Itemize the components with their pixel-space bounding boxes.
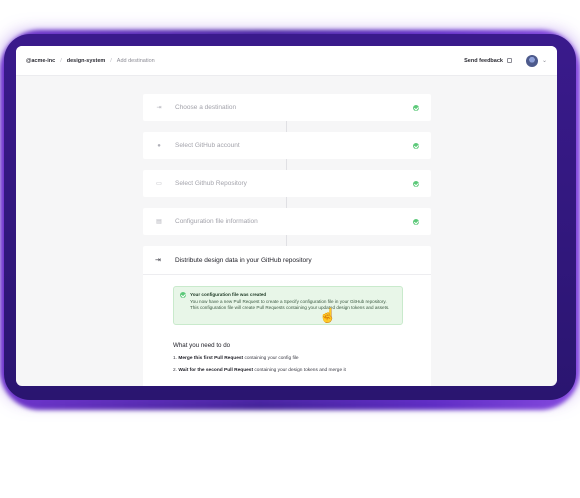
- breadcrumb-org[interactable]: @acme-inc: [26, 58, 55, 64]
- step-distribute-design-data: ⇥ Distribute design data in your GitHub …: [143, 246, 431, 386]
- arrow-out-icon: ⇥: [156, 105, 162, 111]
- breadcrumb-current-page: Add destination: [116, 57, 155, 64]
- external-link-icon: [506, 58, 512, 63]
- breadcrumb-project[interactable]: design-system: [67, 58, 106, 64]
- app-window: @acme-inc / design-system / Add destinat…: [16, 46, 557, 386]
- step-select-github-account[interactable]: ● Select GitHub account: [143, 132, 431, 170]
- todo-title: What you need to do: [173, 342, 231, 349]
- breadcrumb-separator: /: [60, 57, 62, 64]
- folder-icon: ▭: [156, 181, 162, 187]
- github-icon: ●: [157, 142, 161, 149]
- distribute-icon: ⇥: [155, 257, 161, 264]
- step-label: Choose a destination: [175, 104, 237, 111]
- step-label: Select GitHub account: [175, 142, 240, 149]
- avatar[interactable]: [525, 54, 538, 67]
- success-alert: Your configuration file was created You …: [173, 286, 403, 325]
- send-feedback-link[interactable]: Send feedback: [464, 58, 512, 64]
- alert-body: You now have a new Pull Request to creat…: [190, 299, 390, 311]
- breadcrumb-separator: /: [110, 57, 112, 64]
- check-icon: [180, 292, 186, 298]
- active-step-title: Distribute design data in your GitHub re…: [175, 256, 312, 264]
- check-icon: [413, 180, 419, 187]
- todo-item: 1. Merge this first Pull Request contain…: [173, 356, 299, 361]
- active-step-header: ⇥ Distribute design data in your GitHub …: [143, 246, 431, 275]
- check-icon: [413, 218, 419, 225]
- step-label: Select Github Repository: [175, 180, 247, 187]
- step-select-github-repository[interactable]: ▭ Select Github Repository: [143, 170, 431, 208]
- hand-cursor-icon: ☝: [319, 307, 337, 323]
- todo-list: 1. Merge this first Pull Request contain…: [173, 356, 346, 380]
- step-configuration-file[interactable]: ▤ Configuration file information: [143, 208, 431, 246]
- step-choose-destination[interactable]: ⇥ Choose a destination: [143, 94, 431, 132]
- check-icon: [413, 142, 419, 149]
- send-feedback-label: Send feedback: [464, 57, 503, 64]
- todo-item: 2. Wait for the second Pull Request cont…: [173, 368, 346, 373]
- check-icon: [413, 104, 419, 111]
- destination-wizard: ⇥ Choose a destination ● Select GitHub a…: [143, 94, 431, 386]
- file-icon: ▤: [156, 219, 162, 225]
- top-bar: @acme-inc / design-system / Add destinat…: [16, 46, 557, 76]
- alert-title: Your configuration file was created: [190, 292, 267, 297]
- chevron-down-icon[interactable]: ⌄: [542, 57, 547, 64]
- step-label: Configuration file information: [175, 218, 258, 225]
